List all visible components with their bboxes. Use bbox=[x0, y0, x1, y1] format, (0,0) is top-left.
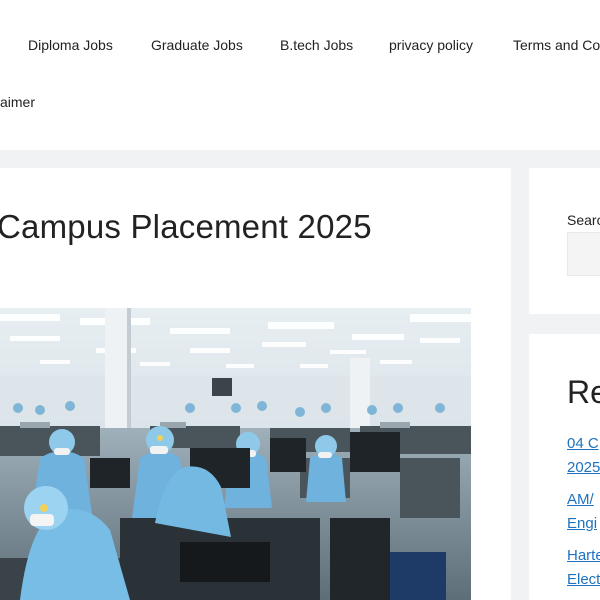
nav-link-disclaimer[interactable]: aimer bbox=[0, 94, 35, 110]
nav-link-btech-jobs[interactable]: B.tech Jobs bbox=[280, 37, 353, 53]
recent-post-link[interactable]: Harte bbox=[567, 544, 600, 568]
search-label: Searc bbox=[567, 212, 600, 228]
recent-post-link[interactable]: 04 C bbox=[567, 432, 599, 456]
recent-post-link[interactable]: Engi bbox=[567, 512, 597, 536]
nav-link-graduate-jobs[interactable]: Graduate Jobs bbox=[151, 37, 243, 53]
recent-posts-heading: Re bbox=[567, 374, 600, 410]
featured-image-factory-workers bbox=[0, 308, 471, 600]
sidebar-search-widget: Searc bbox=[529, 168, 600, 314]
search-input[interactable] bbox=[567, 232, 600, 276]
nav-link-terms-and-conditions[interactable]: Terms and Co bbox=[513, 37, 600, 53]
sidebar-recent-posts: Re 04 C 2025 AM/ Engi Harte Elect bbox=[529, 334, 600, 600]
nav-link-diploma-jobs[interactable]: Diploma Jobs bbox=[28, 37, 113, 53]
recent-post-link[interactable]: 2025 bbox=[567, 456, 600, 480]
nav-link-privacy-policy[interactable]: privacy policy bbox=[389, 37, 473, 53]
recent-post-link[interactable]: AM/ bbox=[567, 488, 594, 512]
recent-post-link[interactable]: Elect bbox=[567, 568, 600, 592]
top-navigation: Diploma Jobs Graduate Jobs B.tech Jobs p… bbox=[0, 0, 600, 150]
page-title: Campus Placement 2025 bbox=[0, 208, 372, 245]
